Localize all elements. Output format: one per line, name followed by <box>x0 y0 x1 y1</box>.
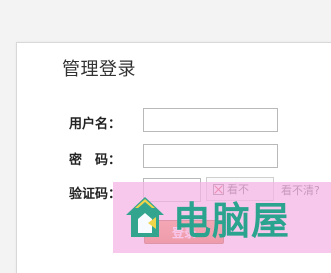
username-input[interactable] <box>143 108 278 132</box>
username-label: 用户名： <box>69 117 122 132</box>
captcha-image[interactable]: 看不 <box>206 177 274 201</box>
captcha-label: 验证码： <box>69 187 122 202</box>
password-input[interactable] <box>143 144 278 168</box>
refresh-captcha-link[interactable]: 看不清? <box>281 182 320 198</box>
captcha-input[interactable] <box>143 178 201 202</box>
broken-image-icon <box>213 183 224 195</box>
login-button[interactable]: 登录 <box>144 220 224 244</box>
password-label: 密 码： <box>69 153 122 168</box>
page-title: 管理登录 <box>62 59 136 80</box>
captcha-alt-text: 看不 <box>227 183 249 196</box>
